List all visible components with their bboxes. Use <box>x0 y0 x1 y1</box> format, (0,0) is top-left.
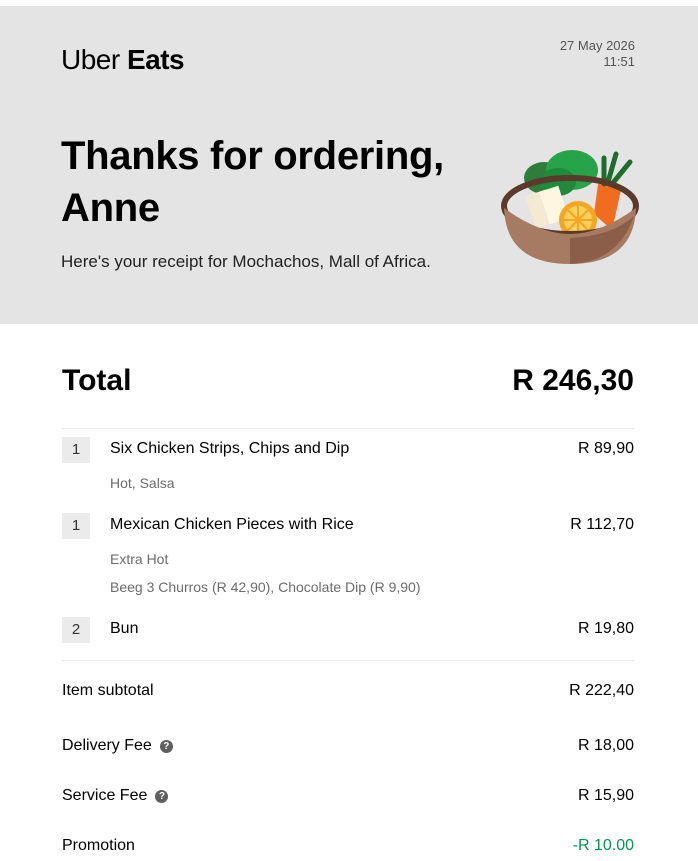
promotion-row: Promotion -R 10.00 <box>62 837 634 861</box>
service-fee-label: Service Fee <box>62 787 148 804</box>
order-item: 1 Mexican Chicken Pieces with Rice R 112… <box>62 513 634 603</box>
item-name: Mexican Chicken Pieces with Rice <box>110 516 354 533</box>
item-option: Extra Hot <box>110 551 169 567</box>
item-quantity: 1 <box>62 437 90 463</box>
delivery-fee-row: Delivery Fee? R 18,00 <box>62 737 634 761</box>
subtotal-value: R 222,40 <box>569 682 634 699</box>
total-value: R 246,30 <box>512 364 634 397</box>
item-name: Six Chicken Strips, Chips and Dip <box>110 440 350 457</box>
item-option: Beeg 3 Churros (R 42,90), Chocolate Dip … <box>110 579 421 595</box>
subtotal-row: Item subtotal R 222,40 <box>62 682 634 706</box>
receipt-email: Uber Eats 27 May 2026 11:51 Thanks for o… <box>0 0 698 854</box>
item-option: Hot, Salsa <box>110 475 175 491</box>
order-item: 2 Bun R 19,80 <box>62 617 634 647</box>
divider <box>62 660 634 661</box>
total-row: Total R 246,30 <box>62 364 634 404</box>
item-quantity: 1 <box>62 513 90 539</box>
delivery-fee-label-wrap: Delivery Fee? <box>62 737 173 755</box>
order-datetime: 27 May 2026 11:51 <box>560 38 635 70</box>
subtotal-label: Item subtotal <box>62 682 154 699</box>
uber-eats-logo: Uber Eats <box>61 44 185 76</box>
total-label: Total <box>62 364 132 397</box>
logo-uber: Uber <box>61 44 120 75</box>
receipt-subtitle: Here's your receipt for Mochachos, Mall … <box>61 252 431 271</box>
question-circle-icon[interactable]: ? <box>159 740 173 753</box>
item-price: R 89,90 <box>577 440 634 457</box>
service-fee-row: Service Fee? R 15,90 <box>62 787 634 811</box>
delivery-fee-value: R 18,00 <box>577 737 634 754</box>
item-price: R 19,80 <box>577 620 634 637</box>
item-name: Bun <box>110 620 139 637</box>
service-fee-label-wrap: Service Fee? <box>62 787 169 805</box>
delivery-fee-label: Delivery Fee <box>62 737 152 754</box>
order-item: 1 Six Chicken Strips, Chips and Dip R 89… <box>62 437 634 497</box>
hero-banner: Uber Eats 27 May 2026 11:51 Thanks for o… <box>0 6 698 324</box>
item-quantity: 2 <box>62 617 90 643</box>
question-circle-icon[interactable]: ? <box>155 790 169 803</box>
logo-eats: Eats <box>126 44 185 75</box>
food-bowl-icon <box>501 150 639 264</box>
item-price: R 112,70 <box>570 516 634 533</box>
promotion-value: -R 10.00 <box>572 837 634 854</box>
order-date: 27 May 2026 <box>559 38 635 53</box>
thanks-heading: Thanks for ordering, Anne <box>61 134 444 230</box>
order-time: 11:51 <box>603 54 635 69</box>
promotion-label: Promotion <box>62 837 135 854</box>
divider <box>62 428 634 429</box>
service-fee-value: R 15,90 <box>577 787 634 804</box>
